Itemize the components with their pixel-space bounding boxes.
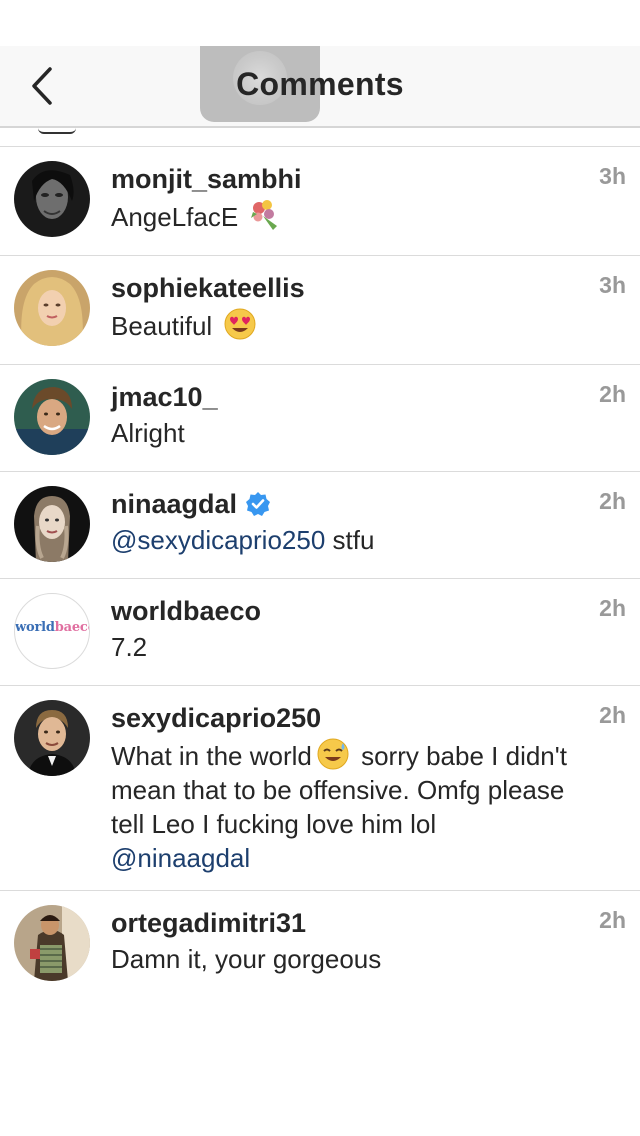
sweat-smile-emoji bbox=[317, 738, 349, 770]
previous-avatar-edge bbox=[38, 128, 76, 134]
comment-timestamp: 2h bbox=[599, 595, 626, 621]
comment-username[interactable]: ortegadimitri31 bbox=[111, 905, 306, 941]
avatar[interactable] bbox=[14, 270, 90, 346]
comment-text-content: AngeLfacE bbox=[111, 202, 239, 232]
heart-eyes-emoji bbox=[224, 308, 256, 340]
comment-row[interactable]: ortegadimitri31 Damn it, your gorgeous 2… bbox=[0, 890, 640, 997]
avatar[interactable] bbox=[14, 486, 90, 562]
comment-row[interactable]: sophiekateellis Beautiful 3h bbox=[0, 255, 640, 364]
comment-row[interactable]: jmac10_ Alright 2h bbox=[0, 364, 640, 471]
comment-row[interactable]: worldbaeco worldbaeco 7.2 2h bbox=[0, 578, 640, 685]
avatar-logo-text-a: world bbox=[15, 620, 55, 635]
comment-list[interactable]: monjit_sambhi AngeLfacE 3h sophiekateell… bbox=[0, 146, 640, 997]
comment-text-content: What in the world bbox=[111, 741, 312, 771]
avatar[interactable]: worldbaeco bbox=[14, 593, 90, 669]
comment-timestamp: 3h bbox=[599, 163, 626, 189]
comment-timestamp: 2h bbox=[599, 907, 626, 933]
comment-username[interactable]: jmac10_ bbox=[111, 379, 218, 415]
comment-username[interactable]: ninaagdal bbox=[111, 486, 237, 522]
comment-timestamp: 2h bbox=[599, 381, 626, 407]
avatar[interactable] bbox=[14, 379, 90, 455]
comment-text: @sexydicaprio250 stfu bbox=[111, 523, 570, 557]
comment-row[interactable]: sexydicaprio250 What in the world sorry … bbox=[0, 685, 640, 890]
comment-timestamp: 3h bbox=[599, 272, 626, 298]
verified-badge-icon bbox=[246, 492, 271, 516]
avatar[interactable] bbox=[14, 905, 90, 981]
comment-row[interactable]: monjit_sambhi AngeLfacE 3h bbox=[0, 146, 640, 255]
comment-username[interactable]: monjit_sambhi bbox=[111, 161, 302, 197]
navigation-bar: Comments bbox=[0, 46, 640, 128]
page-title: Comments bbox=[236, 66, 404, 102]
mention-link[interactable]: @sexydicaprio250 bbox=[111, 525, 325, 555]
status-bar bbox=[0, 0, 640, 46]
comment-username[interactable]: sophiekateellis bbox=[111, 270, 305, 306]
bouquet-emoji bbox=[251, 200, 278, 230]
comment-text: Alright bbox=[111, 418, 185, 448]
avatar-logo-text-b: baeco bbox=[54, 620, 89, 635]
comment-username[interactable]: sexydicaprio250 bbox=[111, 700, 321, 736]
comment-text-content: stfu bbox=[325, 525, 375, 555]
comment-text: AngeLfacE bbox=[111, 198, 570, 234]
comment-text: What in the world sorry babe I didn't me… bbox=[111, 737, 570, 875]
comment-row[interactable]: ninaagdal @sexydicaprio250 stfu 2h bbox=[0, 471, 640, 578]
mention-link[interactable]: @ninaagdal bbox=[111, 843, 250, 873]
comment-text: Damn it, your gorgeous bbox=[111, 944, 382, 974]
comment-text-content: Beautiful bbox=[111, 311, 213, 341]
comment-timestamp: 2h bbox=[599, 702, 626, 728]
avatar[interactable] bbox=[14, 700, 90, 776]
avatar[interactable] bbox=[14, 161, 90, 237]
comment-text: Beautiful bbox=[111, 307, 570, 343]
comment-username[interactable]: worldbaeco bbox=[111, 593, 261, 629]
comment-text: 7.2 bbox=[111, 632, 148, 662]
comment-timestamp: 2h bbox=[599, 488, 626, 514]
